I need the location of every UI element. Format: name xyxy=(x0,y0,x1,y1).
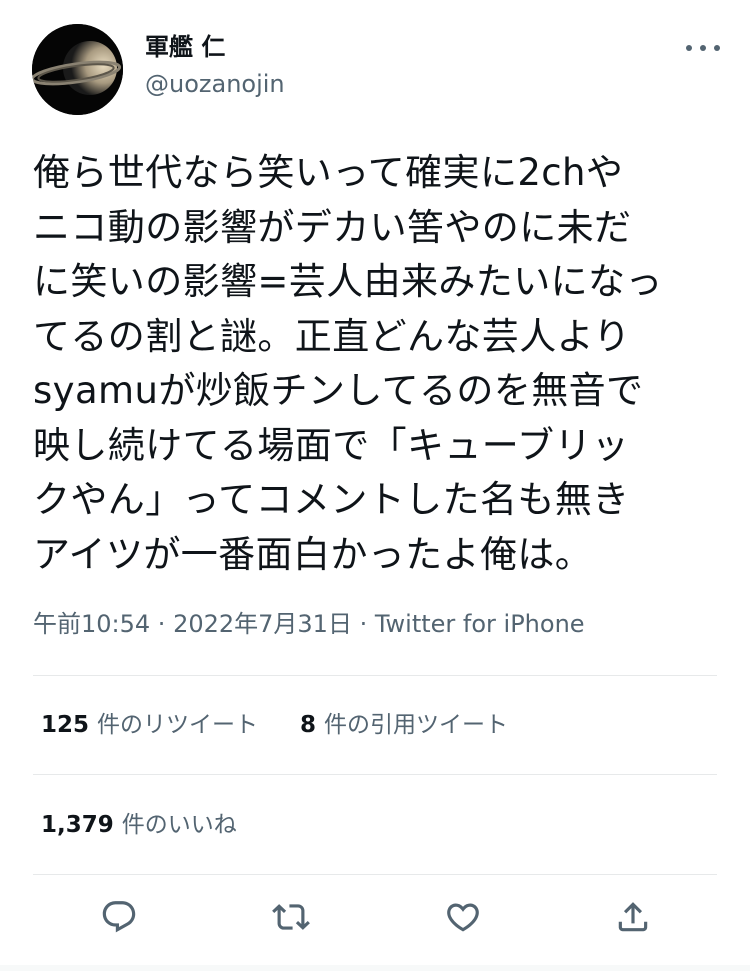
tweet-meta: 午前10:54 · 2022年7月31日 · Twitter for iPhon… xyxy=(33,607,585,641)
more-horizontal-icon[interactable] xyxy=(686,34,720,62)
share-icon xyxy=(618,902,648,932)
reply-icon xyxy=(102,901,136,933)
quotes-count: 8 xyxy=(300,712,317,738)
more-dot xyxy=(714,45,720,51)
meta-separator: · xyxy=(150,610,174,638)
retweet-icon xyxy=(272,904,310,930)
tweet-date[interactable]: 2022年7月31日 xyxy=(173,610,352,638)
retweets-stat[interactable]: 125 件のリツイート xyxy=(41,712,258,738)
quotes-stat[interactable]: 8 件の引用ツイート xyxy=(300,712,508,738)
divider xyxy=(33,874,717,875)
retweet-stats-row: 125 件のリツイート 8 件の引用ツイート xyxy=(41,710,508,740)
tweet-actions xyxy=(33,895,717,951)
likes-label: 件のいいね xyxy=(121,812,237,838)
retweet-button[interactable] xyxy=(269,895,313,939)
share-button[interactable] xyxy=(611,895,655,939)
quotes-label: 件の引用ツイート xyxy=(324,712,509,738)
retweets-label: 件のリツイート xyxy=(97,712,259,738)
likes-count: 1,379 xyxy=(41,812,114,838)
tweet-text: 俺ら世代なら笑いって確実に2chや ニコ動の影響がデカい筈やのに未だ に笑いの影… xyxy=(33,151,663,576)
display-name[interactable]: 軍艦 仁 xyxy=(145,32,225,62)
retweets-count: 125 xyxy=(41,712,90,738)
divider xyxy=(33,675,717,676)
divider xyxy=(33,774,717,775)
avatar[interactable] xyxy=(32,24,123,115)
saturn-image xyxy=(32,24,123,115)
more-dot xyxy=(686,45,692,51)
meta-separator: · xyxy=(351,610,375,638)
tweet-time[interactable]: 午前10:54 xyxy=(33,610,150,638)
tweet-header: 軍艦 仁 @uozanojin xyxy=(32,24,720,116)
reply-button[interactable] xyxy=(97,895,141,939)
likes-stats-row: 1,379 件のいいね xyxy=(41,810,237,840)
tweet-source-app[interactable]: Twitter for iPhone xyxy=(375,610,585,638)
heart-icon xyxy=(447,903,479,932)
like-button[interactable] xyxy=(441,895,485,939)
likes-stat[interactable]: 1,379 件のいいね xyxy=(41,812,237,838)
user-handle[interactable]: @uozanojin xyxy=(145,69,285,99)
bottom-divider xyxy=(0,965,750,971)
more-dot xyxy=(700,45,706,51)
